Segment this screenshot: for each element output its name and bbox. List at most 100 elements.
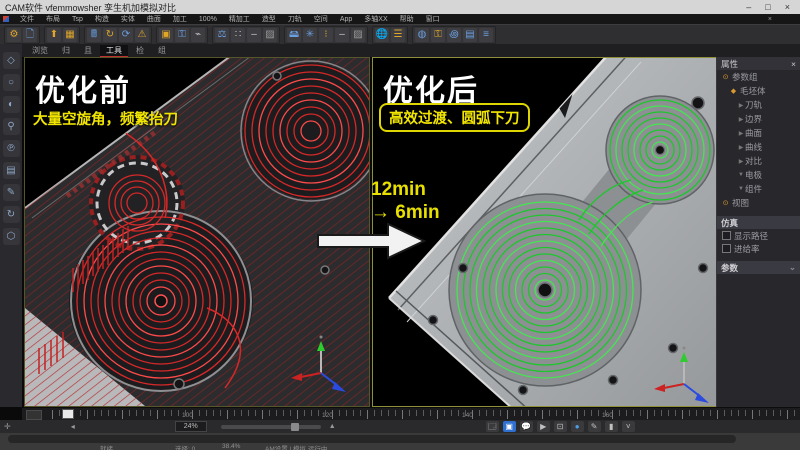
playback-icon[interactable]: ˅ — [622, 421, 635, 432]
maximize-button[interactable]: □ — [765, 2, 770, 12]
panel-section-header[interactable]: 仿真 — [717, 216, 800, 229]
playback-icon[interactable]: ● — [571, 421, 584, 432]
toolbar-button-icon[interactable]: ∷ — [231, 28, 245, 42]
node-icon[interactable]: ◆ — [729, 87, 738, 95]
tree-node[interactable]: ▼电极 — [717, 168, 800, 182]
expander-expanded-icon[interactable]: ▼ — [737, 172, 745, 178]
timeline-scrubber-handle[interactable] — [62, 409, 74, 419]
side-tool-icon[interactable]: ✎ — [3, 184, 20, 201]
view-tab[interactable]: 归 — [56, 45, 76, 56]
expander-collapsed-icon[interactable]: ▶ — [737, 102, 745, 109]
tree-node[interactable]: ◆毛坯体 — [717, 84, 800, 98]
toolbar-button-icon[interactable]: ▣ — [159, 28, 173, 42]
menu-item[interactable]: 实体 — [115, 16, 141, 23]
menu-item[interactable]: 造型 — [256, 16, 282, 23]
menu-item[interactable]: 窗口 — [420, 16, 446, 23]
menu-item[interactable]: 刀轨 — [282, 16, 308, 23]
view-tab[interactable]: 检 — [130, 45, 150, 56]
toolbar-button-icon[interactable]: ↻ — [103, 28, 117, 42]
toolbar-button-icon[interactable]: ⁝ — [319, 28, 333, 42]
simulation-timeline[interactable]: 100120140160 — [22, 407, 800, 421]
toolbar-button-icon[interactable]: ⚠ — [135, 28, 149, 42]
toolbar-button-icon[interactable]: ▤ — [463, 28, 477, 42]
expander-collapsed-icon[interactable]: ▶ — [737, 116, 745, 123]
checkbox[interactable] — [722, 244, 731, 253]
view-tab[interactable]: 且 — [78, 45, 98, 56]
toolbar-button-icon[interactable]: ‒ — [247, 28, 261, 42]
checkbox[interactable] — [722, 231, 731, 240]
menu-item[interactable]: Tsp — [66, 16, 89, 23]
toolbar-button-icon[interactable]: ✳ — [303, 28, 317, 42]
toolbar-button-icon[interactable]: ≡ — [479, 28, 493, 42]
side-tool-icon[interactable]: ○ — [3, 74, 20, 91]
toolbar-button-icon[interactable]: ꩜ — [447, 28, 461, 42]
chevron-down-icon[interactable]: ⌄ — [789, 262, 796, 273]
expander-collapsed-icon[interactable]: ▶ — [737, 144, 745, 151]
panel-checkbox-row[interactable]: 显示路径 — [717, 229, 800, 242]
tree-node[interactable]: ▶边界 — [717, 112, 800, 126]
options-icon[interactable]: ✛ — [4, 422, 11, 431]
playback-icon[interactable]: ▣ — [503, 421, 516, 432]
toolbar-button-icon[interactable]: 🖩 — [87, 28, 101, 42]
toolbar-button-icon[interactable]: ⚿ — [431, 28, 445, 42]
playback-icon[interactable]: ▮ — [605, 421, 618, 432]
menu-item[interactable]: 曲面 — [141, 16, 167, 23]
menu-item[interactable]: 帮助 — [394, 16, 420, 23]
side-tool-icon[interactable]: ↻ — [3, 206, 20, 223]
tree-node[interactable]: ⊙参数组 — [717, 70, 800, 84]
toolbar-button-icon[interactable]: 🗋 — [23, 28, 37, 42]
step-back-icon[interactable]: ◂ — [71, 422, 75, 431]
panel-checkbox-row[interactable]: 进给率 — [717, 242, 800, 255]
node-icon[interactable]: ⊙ — [721, 199, 730, 207]
playback-icon[interactable]: ▶ — [537, 421, 550, 432]
side-tool-icon[interactable]: ◐ — [3, 96, 20, 113]
toolbar-button-icon[interactable]: ⟳ — [119, 28, 133, 42]
speed-value[interactable]: 24% — [175, 421, 207, 432]
tree-node[interactable]: ▶曲面 — [717, 126, 800, 140]
menu-item[interactable]: 加工 — [167, 16, 193, 23]
panel-close-icon[interactable]: × — [791, 59, 796, 69]
toolbar-button-icon[interactable]: ⚖ — [215, 28, 229, 42]
side-tool-icon[interactable]: ◇ — [3, 52, 20, 69]
toolbar-button-icon[interactable]: ⌁ — [191, 28, 205, 42]
tree-node[interactable]: ▶对比 — [717, 154, 800, 168]
menu-item[interactable]: 文件 — [14, 16, 40, 23]
expander-collapsed-icon[interactable]: ▶ — [737, 158, 745, 165]
side-tool-icon[interactable]: ▤ — [3, 162, 20, 179]
toolbar-button-icon[interactable]: ⬆ — [47, 28, 61, 42]
toolbar-button-icon[interactable]: ⚿ — [175, 28, 189, 42]
side-tool-icon[interactable]: ⬡ — [3, 228, 20, 245]
menu-item[interactable]: 布局 — [40, 16, 66, 23]
toolbar-button-icon[interactable]: ☰ — [391, 28, 405, 42]
menubar-close-icon[interactable]: × — [768, 16, 800, 23]
menu-item[interactable]: 空间 — [308, 16, 334, 23]
toolbar-button-icon[interactable]: ▨ — [263, 28, 277, 42]
toolbar-button-icon[interactable]: ‒ — [335, 28, 349, 42]
toolbar-button-icon[interactable]: 🖴 — [287, 28, 301, 42]
toolbar-button-icon[interactable]: 🌐 — [375, 28, 389, 42]
view-tab[interactable]: 工具 — [100, 45, 128, 57]
playback-icon[interactable]: ✎ — [588, 421, 601, 432]
toolbar-button-icon[interactable]: ◍ — [415, 28, 429, 42]
side-tool-icon[interactable]: ℗ — [3, 140, 20, 157]
expander-collapsed-icon[interactable]: ▶ — [737, 130, 745, 137]
slider-handle[interactable] — [291, 423, 299, 431]
menu-item[interactable]: App — [334, 16, 358, 23]
close-button[interactable]: × — [785, 2, 790, 12]
speed-slider[interactable] — [221, 425, 321, 429]
view-tab[interactable]: 浏览 — [26, 45, 54, 56]
menu-item[interactable]: 精加工 — [223, 16, 256, 23]
tree-node[interactable]: ▶曲线 — [717, 140, 800, 154]
panel-section-header[interactable]: 参数⌄ — [717, 261, 800, 274]
menu-item[interactable]: 构造 — [89, 16, 115, 23]
playback-icon[interactable]: ⊡ — [554, 421, 567, 432]
toolbar-button-icon[interactable]: ⚙ — [7, 28, 21, 42]
playback-icon[interactable]: 💬 — [520, 421, 533, 432]
tree-node[interactable]: ▶刀轨 — [717, 98, 800, 112]
expander-expanded-icon[interactable]: ▼ — [737, 186, 745, 192]
side-tool-icon[interactable]: ⚲ — [3, 118, 20, 135]
speed-up-icon[interactable]: ▲ — [329, 423, 336, 430]
minimize-button[interactable]: – — [746, 2, 751, 12]
toolbar-button-icon[interactable]: ▦ — [63, 28, 77, 42]
tree-node[interactable]: ▼组件 — [717, 182, 800, 196]
